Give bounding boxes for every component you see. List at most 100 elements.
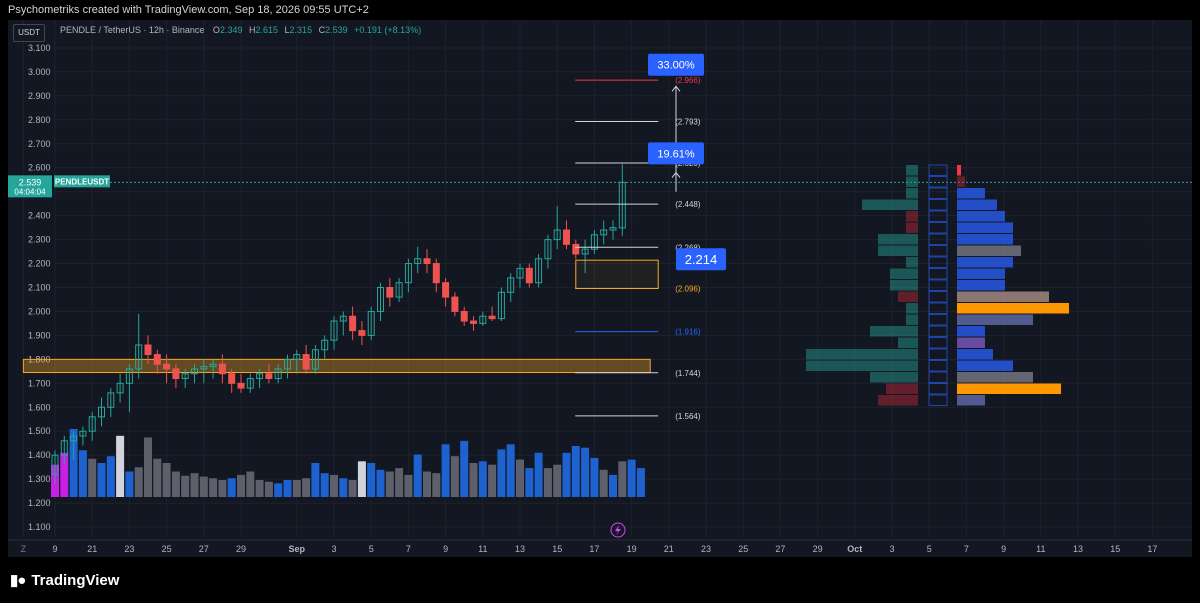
volume-bar (88, 458, 97, 497)
volume-bar (181, 475, 190, 497)
volume-profile-right-bar (957, 211, 1005, 222)
chart-attribution: Psychometriks created with TradingView.c… (0, 0, 1200, 20)
x-tick-label: 7 (964, 544, 969, 554)
y-tick-label: 1.400 (28, 450, 51, 460)
volume-profile-left-bar (878, 245, 918, 256)
volume-bar (450, 456, 459, 497)
support-zone (22, 358, 651, 374)
volume-profile-right-bar (957, 188, 985, 199)
open-value: 2.349 (219, 25, 243, 35)
candle-body (432, 263, 440, 284)
currency-selector[interactable]: USDT (13, 24, 45, 42)
symbol-legend: PENDLE / TetherUS · 12h · Binance O2.349… (60, 25, 421, 35)
price-level-label: (2.096) (675, 284, 701, 293)
volume-profile-right-bar (957, 165, 961, 176)
symbol-name: PENDLE / TetherUS · 12h · Binance (60, 25, 205, 35)
x-tick-label: 13 (1073, 544, 1083, 554)
volume-profile-left-bar (878, 395, 918, 406)
volume-bar (171, 471, 180, 497)
price-level-label: (1.916) (675, 328, 701, 337)
candle-body (470, 320, 477, 324)
volume-bar (311, 463, 320, 497)
volume-profile-right-bar (957, 222, 1013, 233)
volume-bar (413, 454, 422, 497)
volume-profile-right-bar (957, 268, 1005, 279)
volume-bar (97, 463, 106, 497)
volume-profile-left-bar (878, 234, 918, 245)
volume-bar (627, 459, 636, 497)
volume-profile-right-bar (957, 234, 1013, 245)
tradingview-logo-icon: ▮● (10, 572, 26, 589)
candle-body (302, 354, 310, 370)
x-tick-label: 25 (162, 544, 172, 554)
x-tick-label: 17 (589, 544, 599, 554)
x-tick-label: 29 (813, 544, 823, 554)
y-tick-label: 1.700 (28, 378, 51, 388)
tradingview-logo[interactable]: ▮● TradingView (10, 571, 119, 590)
volume-bar (144, 437, 152, 497)
x-tick-label: 3 (331, 544, 336, 554)
volume-profile-left-bar (906, 303, 918, 314)
volume-bar (348, 480, 357, 497)
volume-bar (376, 469, 385, 497)
x-tick-label: 11 (478, 544, 487, 554)
volume-bar (488, 464, 497, 497)
volume-bar (255, 480, 264, 497)
volume-bar (571, 446, 580, 497)
volume-profile-right-bar (957, 360, 1013, 371)
volume-profile-right-bar (957, 257, 1013, 268)
volume-bar (469, 463, 478, 497)
y-tick-label: 1.200 (28, 498, 51, 508)
volume-bar (581, 447, 590, 497)
volume-profile-left-bar (890, 268, 918, 279)
volume-bar (246, 471, 255, 497)
volume-profile-left-bar (898, 337, 918, 348)
volume-profile-right-bar (957, 326, 985, 337)
candle-body (144, 344, 152, 356)
y-tick-label: 3.100 (28, 43, 51, 53)
x-tick-label: 7 (406, 544, 411, 554)
candle-body (153, 354, 161, 365)
volume-bar (320, 473, 329, 497)
volume-bar (506, 444, 515, 497)
change-value: +0.191 (+8.13%) (354, 25, 422, 35)
candle-body (572, 243, 580, 255)
y-tick-label: 2.200 (28, 259, 51, 269)
volume-bar (516, 459, 524, 497)
x-tick-label: 27 (199, 544, 209, 554)
candle-body (163, 363, 171, 370)
ticker-tag: PENDLEUSDT (55, 177, 109, 186)
y-tick-label: 2.100 (28, 283, 51, 293)
volume-bar (339, 478, 348, 497)
volume-bar (395, 468, 404, 497)
candle-body (488, 315, 496, 320)
volume-bar (218, 480, 227, 497)
volume-profile-right-bar (957, 349, 993, 360)
candle-body (265, 373, 273, 380)
open-label: O (212, 25, 220, 35)
volume-profile-left-bar (906, 188, 918, 199)
y-tick-label: 3.000 (28, 67, 51, 77)
x-tick-label: 29 (236, 544, 246, 554)
last-price-tag: 2.539 (19, 177, 42, 187)
candle-body (228, 373, 236, 384)
volume-bar (618, 461, 627, 497)
volume-profile-right-bar (957, 395, 985, 406)
candle-body (563, 229, 570, 245)
x-tick-label: 19 (627, 544, 637, 554)
volume-bar (78, 450, 87, 497)
x-tick-label: 9 (443, 544, 448, 554)
x-tick-label: 23 (701, 544, 711, 554)
volume-profile-right-bar (957, 372, 1033, 383)
y-tick-label: 1.300 (28, 474, 51, 484)
volume-profile-right-bar (957, 280, 1005, 291)
price-chart[interactable]: 3.1003.0002.9002.8002.7002.6002.5002.400… (8, 20, 1192, 557)
target-label: 19.61% (657, 148, 695, 160)
volume-profile-left-bar (806, 360, 918, 371)
volume-bar (237, 474, 245, 497)
volume-bar (367, 463, 376, 497)
chart-area[interactable]: 3.1003.0002.9002.8002.7002.6002.5002.400… (8, 20, 1192, 557)
y-tick-label: 1.100 (28, 522, 51, 532)
volume-profile-right-bar (957, 176, 965, 187)
volume-profile-right-bar (957, 199, 997, 210)
